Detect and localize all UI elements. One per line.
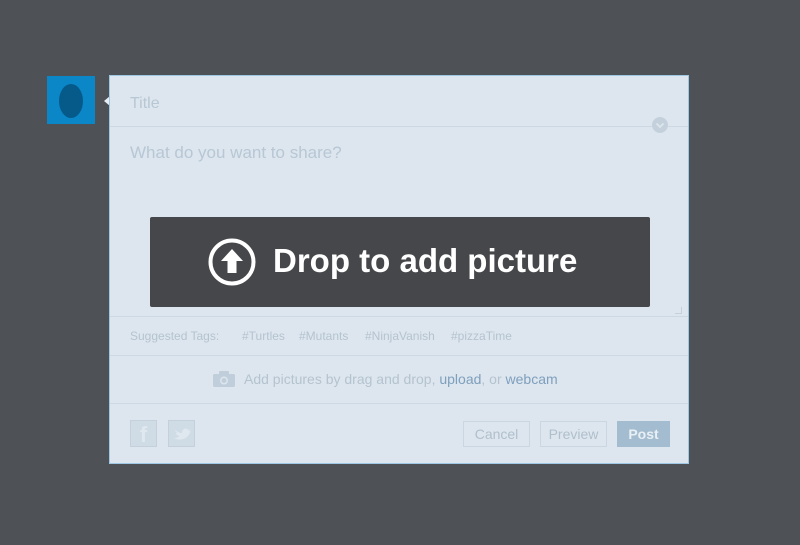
body-placeholder[interactable]: What do you want to share? (130, 143, 342, 163)
tag-mutants[interactable]: #Mutants (299, 329, 348, 343)
composer-footer: f Cancel Preview Post (110, 404, 688, 463)
post-button[interactable]: Post (617, 421, 670, 447)
facebook-glyph: f (139, 422, 148, 447)
suggested-tags: Suggested Tags: #Turtles #Mutants #Ninja… (110, 316, 688, 356)
tag-ninjavanish[interactable]: #NinjaVanish (365, 329, 435, 343)
drop-zone-overlay[interactable]: Drop to add picture (150, 217, 650, 307)
title-placeholder: Title (130, 95, 160, 112)
camera-icon[interactable] (213, 371, 235, 390)
title-field[interactable]: Title (110, 76, 688, 127)
upload-arrow-icon (208, 238, 256, 291)
webcam-link[interactable]: webcam (506, 371, 558, 387)
upload-or-text: , or (481, 371, 502, 387)
drop-overlay-text: Drop to add picture (273, 242, 578, 279)
upload-instructions: Add pictures by drag and drop, (244, 371, 436, 387)
avatar[interactable] (47, 76, 95, 124)
upload-link[interactable]: upload (439, 371, 481, 387)
twitter-icon[interactable] (168, 420, 195, 447)
user-silhouette-icon (59, 84, 83, 118)
chevron-down-icon[interactable] (652, 117, 668, 133)
resize-grip-icon[interactable] (675, 307, 682, 314)
facebook-icon[interactable]: f (130, 420, 157, 447)
upload-row: Add pictures by drag and drop, upload, o… (110, 355, 688, 404)
preview-button[interactable]: Preview (540, 421, 607, 447)
cancel-button[interactable]: Cancel (463, 421, 530, 447)
tag-turtles[interactable]: #Turtles (242, 329, 285, 343)
tag-pizzatime[interactable]: #pizzaTime (451, 329, 512, 343)
suggested-tags-label: Suggested Tags: (130, 329, 220, 343)
